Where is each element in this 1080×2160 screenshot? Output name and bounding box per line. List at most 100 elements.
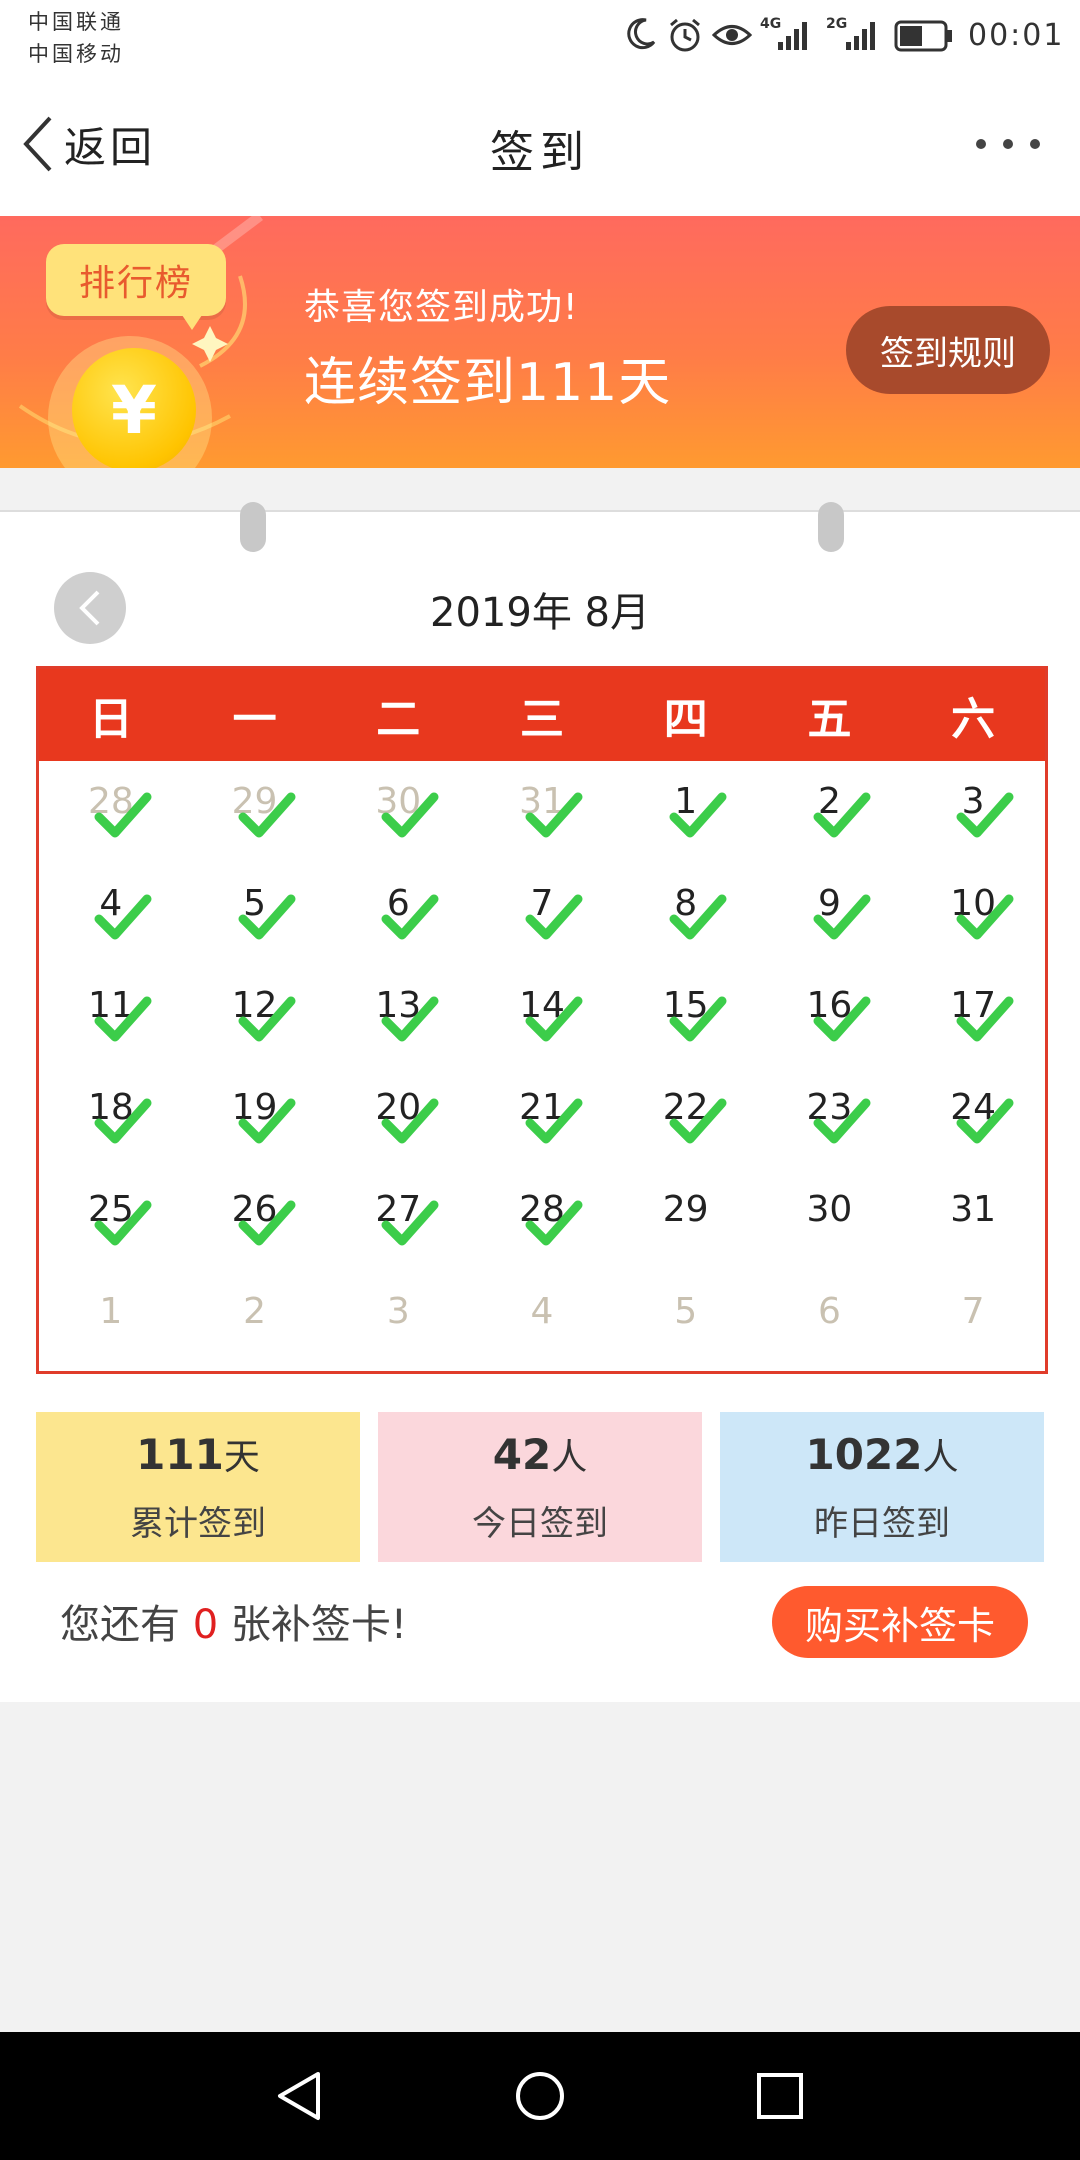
calendar-day[interactable]: 29 [183, 761, 327, 863]
calendar-day[interactable]: 4 [39, 863, 183, 965]
checkmark-icon [669, 792, 727, 838]
signal-2g-icon [846, 22, 875, 50]
calendar-day[interactable]: 21 [470, 1067, 614, 1169]
calendar-day[interactable]: 8 [614, 863, 758, 965]
calendar-day[interactable]: 9 [758, 863, 902, 965]
checkmark-icon [956, 792, 1014, 838]
buy-makeup-card-button[interactable]: 购买补签卡 [772, 1586, 1028, 1658]
day-number: 29 [662, 1189, 709, 1230]
calendar-day[interactable]: 5 [183, 863, 327, 965]
weekday-tue: 二 [376, 694, 421, 745]
calendar-day[interactable]: 26 [183, 1169, 327, 1271]
calendar-day[interactable]: 25 [39, 1169, 183, 1271]
day-number: 1 [99, 1291, 123, 1332]
calendar-day[interactable]: 29 [614, 1169, 758, 1271]
calendar-day[interactable]: 14 [470, 965, 614, 1067]
calendar-day[interactable]: 3 [901, 761, 1045, 863]
badge-tail [180, 312, 204, 330]
calendar-day[interactable]: 6 [326, 863, 470, 965]
calendar-day[interactable]: 11 [39, 965, 183, 1067]
calendar-grid: 日 一 二 三 四 五 六 28 29 30 31 1 2 3 4 5 6 7 8 9 10 11 12 13 1… [36, 666, 1048, 1374]
checkmark-icon [813, 792, 871, 838]
checkmark-icon [525, 894, 583, 940]
checkmark-icon [669, 894, 727, 940]
calendar-day[interactable]: 19 [183, 1067, 327, 1169]
stat-today: 42人 今日签到 [378, 1412, 702, 1562]
calendar-card: 2019年 8月 日 一 二 三 四 五 六 28 29 30 31 1 2 3 4 5 6 7 8 9… [0, 502, 1080, 1702]
checkmark-icon [238, 1200, 296, 1246]
checkmark-icon [813, 996, 871, 1042]
weekday-fri: 五 [807, 694, 852, 745]
calendar-day[interactable]: 28 [39, 761, 183, 863]
calendar-day[interactable]: 2 [183, 1271, 327, 1373]
system-navigation-bar [0, 2032, 1080, 2160]
calendar-day[interactable]: 6 [758, 1271, 902, 1373]
checkmark-icon [94, 1200, 152, 1246]
checkmark-icon [813, 1098, 871, 1144]
makeup-suffix: 张补签卡! [230, 1602, 407, 1648]
calendar-day[interactable]: 31 [470, 761, 614, 863]
calendar-day[interactable]: 22 [614, 1067, 758, 1169]
checkmark-icon [381, 1098, 439, 1144]
signal-4g-icon [778, 22, 807, 50]
stat-yesterday-unit: 人 [922, 1437, 959, 1478]
stat-total-value: 111 [136, 1430, 224, 1479]
calendar-day[interactable]: 27 [326, 1169, 470, 1271]
calendar-day[interactable]: 23 [758, 1067, 902, 1169]
home-circle-icon[interactable] [514, 2070, 566, 2122]
calendar-day[interactable]: 7 [470, 863, 614, 965]
calendar-day[interactable]: 1 [614, 761, 758, 863]
calendar-day[interactable]: 30 [758, 1169, 902, 1271]
calendar-day[interactable]: 28 [470, 1169, 614, 1271]
calendar-day[interactable]: 12 [183, 965, 327, 1067]
calendar-day[interactable]: 24 [901, 1067, 1045, 1169]
checkmark-icon [669, 1098, 727, 1144]
calendar-day[interactable]: 17 [901, 965, 1045, 1067]
calendar-day[interactable]: 2 [758, 761, 902, 863]
calendar-day[interactable]: 1 [39, 1271, 183, 1373]
calendar-day[interactable]: 18 [39, 1067, 183, 1169]
moon-icon [627, 18, 656, 50]
leaderboard-button[interactable]: 排行榜 [46, 244, 226, 316]
page-title: 签到 [490, 127, 590, 178]
stat-yesterday: 1022人 昨日签到 [720, 1412, 1044, 1562]
rules-button[interactable]: 签到规则 [846, 306, 1050, 394]
calendar-day[interactable]: 13 [326, 965, 470, 1067]
makeup-prefix: 您还有 [60, 1602, 180, 1648]
navigation-bar: 返回 签到 [0, 72, 1080, 216]
day-number: 5 [674, 1291, 698, 1332]
stat-today-value: 42 [492, 1430, 552, 1479]
makeup-count: 0 [192, 1602, 219, 1648]
weekday-sun: 日 [88, 694, 133, 745]
calendar-day[interactable]: 10 [901, 863, 1045, 965]
day-number: 7 [961, 1291, 985, 1332]
calendar-day[interactable]: 3 [326, 1271, 470, 1373]
day-number: 2 [243, 1291, 266, 1332]
checkmark-icon [238, 792, 296, 838]
more-dots-icon[interactable] [976, 128, 1040, 160]
coin-symbol: ¥ [111, 371, 157, 449]
status-time: 00:01 [968, 18, 1065, 53]
recents-square-icon[interactable] [754, 2070, 806, 2122]
calendar-day[interactable]: 30 [326, 761, 470, 863]
back-triangle-icon[interactable] [274, 2070, 326, 2122]
calendar-day[interactable]: 4 [470, 1271, 614, 1373]
alarm-icon [670, 18, 700, 52]
checkmark-icon [525, 996, 583, 1042]
checkmark-icon [94, 1098, 152, 1144]
day-number: 31 [950, 1189, 997, 1230]
calendar-day[interactable]: 20 [326, 1067, 470, 1169]
calendar-day[interactable]: 15 [614, 965, 758, 1067]
weekday-sat: 六 [951, 694, 996, 745]
calendar-day[interactable]: 31 [901, 1169, 1045, 1271]
makeup-card-text: 您还有 0 张补签卡! [60, 1592, 407, 1650]
carrier-label-2: 中国移动 [28, 42, 124, 66]
calendar-day[interactable]: 5 [614, 1271, 758, 1373]
stat-total-label: 累计签到 [130, 1504, 266, 1544]
stat-today-label: 今日签到 [472, 1504, 608, 1544]
calendar-day[interactable]: 7 [901, 1271, 1045, 1373]
day-number: 30 [806, 1189, 853, 1230]
success-message: 恭喜您签到成功! [304, 287, 579, 328]
weekday-header: 日 一 二 三 四 五 六 [39, 669, 1045, 761]
calendar-day[interactable]: 16 [758, 965, 902, 1067]
